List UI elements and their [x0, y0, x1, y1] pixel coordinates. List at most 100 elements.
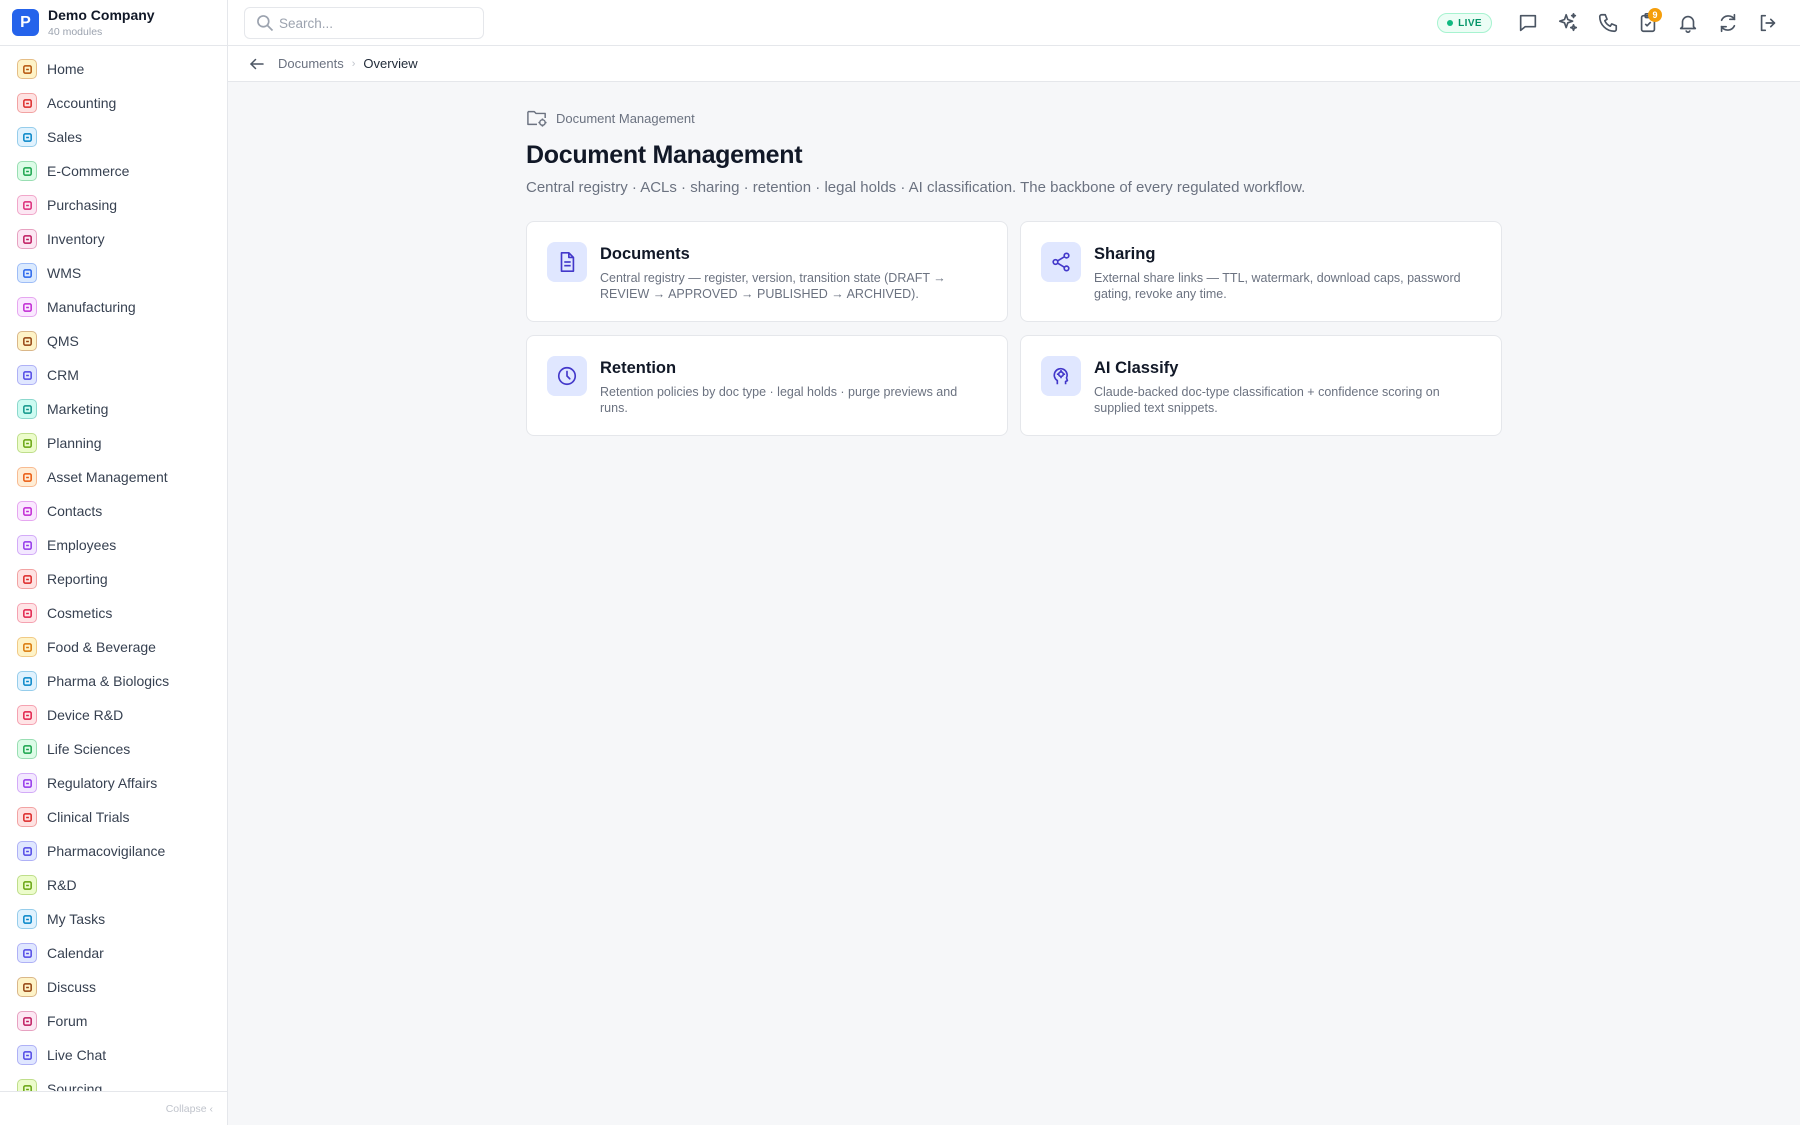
sidebar-item-label: Forum: [47, 1013, 88, 1029]
sidebar-item-contacts[interactable]: Contacts: [0, 494, 227, 528]
card-icon-box: [547, 356, 587, 396]
sidebar-item-sourcing[interactable]: Sourcing: [0, 1072, 227, 1091]
sidebar-item-asset-management[interactable]: Asset Management: [0, 460, 227, 494]
company-name: Demo Company: [48, 6, 155, 23]
page-subtitle: Central registry · ACLs · sharing · rete…: [526, 179, 1306, 196]
sidebar-item-reporting[interactable]: Reporting: [0, 562, 227, 596]
sidebar-item-accounting[interactable]: Accounting: [0, 86, 227, 120]
sidebar-item-label: My Tasks: [47, 911, 106, 927]
sidebar-item-home[interactable]: Home: [0, 52, 227, 86]
sidebar-item-clinical-trials[interactable]: Clinical Trials: [0, 800, 227, 834]
sidebar-item-label: E-Commerce: [47, 163, 130, 179]
messages-button[interactable]: [1508, 3, 1548, 43]
module-eyebrow: Document Management: [526, 108, 1502, 128]
sidebar-item-qms[interactable]: QMS: [0, 324, 227, 358]
refresh-icon: [1720, 13, 1736, 33]
sidebar-item-label: CRM: [47, 367, 79, 383]
sidebar-nav: Home Accounting Sales E-Commerce Purchasing I…: [0, 52, 227, 1091]
sidebar-item-inventory[interactable]: Inventory: [0, 222, 227, 256]
sidebar-item-food-beverage[interactable]: Food & Beverage: [0, 630, 227, 664]
archive-icon: [17, 229, 37, 249]
logout-button[interactable]: [1748, 3, 1788, 43]
sidebar-item-label: Planning: [47, 435, 102, 451]
store-icon: [17, 161, 37, 181]
module-count: 40 modules: [48, 25, 103, 38]
sidebar-item-manufacturing[interactable]: Manufacturing: [0, 290, 227, 324]
sidebar-item-wms[interactable]: WMS: [0, 256, 227, 290]
sidebar-item-label: Accounting: [47, 95, 117, 111]
sidebar-item-label: Life Sciences: [47, 741, 131, 757]
microscope-icon: [17, 739, 37, 759]
page-title: Document Management: [526, 141, 803, 169]
cog-icon: [17, 705, 37, 725]
sidebar-item-crm[interactable]: CRM: [0, 358, 227, 392]
warehouse-icon: [17, 263, 37, 283]
brand-header[interactable]: P Demo Company 40 modules: [0, 0, 227, 46]
bank-icon: [17, 93, 37, 113]
sidebar-item-my-tasks[interactable]: My Tasks: [0, 902, 227, 936]
sidebar-item-label: Employees: [47, 537, 117, 553]
sidebar-item-pharmacovigilance[interactable]: Pharmacovigilance: [0, 834, 227, 868]
sidebar-item-marketing[interactable]: Marketing: [0, 392, 227, 426]
ai-assistant-button[interactable]: [1548, 3, 1588, 43]
gavel-icon: [17, 773, 37, 793]
phone-button[interactable]: [1588, 3, 1628, 43]
checklist-icon: [17, 909, 37, 929]
card-icon-box: [1041, 356, 1081, 396]
sidebar-item-cosmetics[interactable]: Cosmetics: [0, 596, 227, 630]
sidebar-item-label: Pharma & Biologics: [47, 673, 170, 689]
flower-icon: [17, 603, 37, 623]
sidebar-item-life-sciences[interactable]: Life Sciences: [0, 732, 227, 766]
sidebar-item-employees[interactable]: Employees: [0, 528, 227, 562]
notifications-button[interactable]: [1668, 3, 1708, 43]
sidebar-item-live-chat[interactable]: Live Chat: [0, 1038, 227, 1072]
sidebar-item-device-r-d[interactable]: Device R&D: [0, 698, 227, 732]
card-icon-box: [1041, 242, 1081, 282]
clipboard-icon: [17, 807, 37, 827]
collapse-button[interactable]: Collapse ‹: [0, 1091, 227, 1125]
sidebar-item-regulatory-affairs[interactable]: Regulatory Affairs: [0, 766, 227, 800]
tasks-button[interactable]: 9: [1628, 3, 1668, 43]
sidebar-item-forum[interactable]: Forum: [0, 1004, 227, 1038]
tasks-count-badge: 9: [1648, 8, 1662, 22]
sidebar-item-planning[interactable]: Planning: [0, 426, 227, 460]
sidebar-item-r-d[interactable]: R&D: [0, 868, 227, 902]
card-retention[interactable]: Retention Retention policies by doc type…: [526, 335, 1008, 436]
sidebar-item-label: Calendar: [47, 945, 104, 961]
search-input[interactable]: [279, 15, 469, 31]
sidebar-item-label: Cosmetics: [47, 605, 113, 621]
flask-icon: [17, 875, 37, 895]
sidebar-item-label: Reporting: [47, 571, 108, 587]
live-status-badge: LIVE: [1437, 13, 1492, 33]
brain-icon: [1053, 367, 1069, 385]
card-description: Claude-backed doc-type classification + …: [1094, 385, 1440, 415]
sidebar-item-label: Home: [47, 61, 85, 77]
card-title: AI Classify: [1094, 359, 1179, 377]
back-button[interactable]: [246, 53, 268, 75]
headset-icon: [17, 1045, 37, 1065]
sidebar-item-label: Discuss: [47, 979, 97, 995]
module-eyebrow-label: Document Management: [556, 110, 695, 126]
forum-icon: [17, 1011, 37, 1031]
breadcrumb-documents-link[interactable]: Documents: [278, 56, 344, 71]
sidebar-item-label: QMS: [47, 333, 79, 349]
sidebar-item-label: Inventory: [47, 231, 105, 247]
sidebar-item-calendar[interactable]: Calendar: [0, 936, 227, 970]
card-documents[interactable]: Documents Central registry — register, v…: [526, 221, 1008, 322]
card-description: External share links — TTL, watermark, d…: [1094, 271, 1461, 301]
breadcrumb: Documents › Overview: [228, 46, 1800, 82]
calendar-check-icon: [17, 433, 37, 453]
tools-icon: [17, 467, 37, 487]
sidebar-item-purchasing[interactable]: Purchasing: [0, 188, 227, 222]
sidebar-item-sales[interactable]: Sales: [0, 120, 227, 154]
sidebar-item-pharma-biologics[interactable]: Pharma & Biologics: [0, 664, 227, 698]
chat-icon: [17, 977, 37, 997]
contact-card-icon: [17, 501, 37, 521]
sidebar-item-discuss[interactable]: Discuss: [0, 970, 227, 1004]
sidebar-item-e-commerce[interactable]: E-Commerce: [0, 154, 227, 188]
card-sharing[interactable]: Sharing External share links — TTL, wate…: [1020, 221, 1502, 322]
switch-company-button[interactable]: [1708, 3, 1748, 43]
sidebar-item-label: Regulatory Affairs: [47, 775, 158, 791]
search-box[interactable]: [244, 7, 484, 39]
card-ai-classify[interactable]: AI Classify Claude-backed doc-type class…: [1020, 335, 1502, 436]
